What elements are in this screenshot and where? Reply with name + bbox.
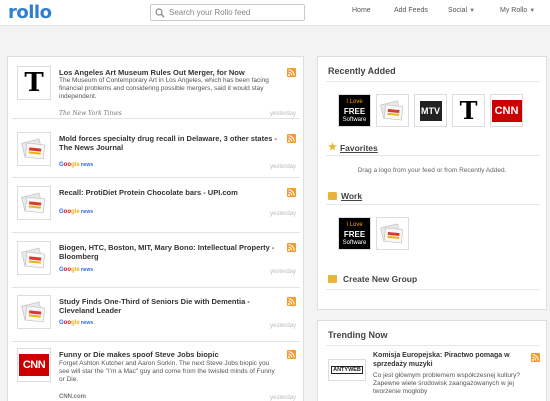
folder-add-icon — [328, 275, 337, 283]
groups-panel: Recently Added I Love FREE Software MTV … — [317, 56, 547, 310]
logo-text: rollo — [8, 2, 52, 23]
star-icon: ★ — [328, 142, 337, 153]
search-box[interactable] — [150, 4, 305, 21]
cnn-logo-icon: CNN — [17, 348, 51, 382]
rss-icon[interactable] — [531, 353, 540, 362]
divider — [326, 204, 540, 205]
trending-title: Trending Now — [328, 330, 388, 340]
work-title[interactable]: Work — [341, 191, 362, 201]
feed-item-source: The New York Times — [59, 110, 122, 117]
feed-item[interactable]: Biogen, HTC, Boston, MIT, Mary Bono: Int… — [12, 236, 300, 288]
nyt-logo-icon: T — [17, 66, 51, 100]
feed-item[interactable]: Mold forces specialty drug recall in Del… — [12, 127, 300, 178]
rss-icon[interactable] — [287, 297, 296, 306]
folder-icon — [328, 192, 337, 200]
google-news-icon — [17, 186, 51, 220]
feed-item-title[interactable]: Los Angeles Art Museum Rules Out Merger,… — [59, 68, 281, 77]
top-bar: rollo Home Add Feeds Social▼ My Rollo▼ — [0, 0, 550, 26]
antyweb-logo: ANTYWEB — [328, 359, 366, 381]
divider — [326, 155, 540, 156]
feed-item-source: CNN.com — [59, 394, 87, 400]
google-news-icon — [17, 241, 51, 275]
favorites-group[interactable]: ★ Favorites — [328, 142, 378, 153]
rss-icon[interactable] — [287, 188, 296, 197]
i-love-free-software-logo[interactable]: I Love FREE Software — [338, 217, 371, 250]
feed-item-description: The Museum of Contemporary Art in Los An… — [59, 77, 269, 100]
favorites-hint: Drag a logo from your feed or from Recen… — [357, 167, 507, 174]
nav-social[interactable]: Social ▼ — [448, 7, 475, 14]
feed-item[interactable]: CNN Funny or Die makes spoof Steve Jobs … — [12, 343, 300, 401]
trending-item-description: Co jest głównym problemem współczesnej k… — [373, 372, 521, 395]
trending-panel: Trending Now ANTYWEB Komisja Europejska:… — [317, 320, 547, 401]
i-love-free-software-logo[interactable]: I Love FREE Software — [338, 94, 371, 127]
divider — [326, 345, 540, 346]
feed-item-time: yesterday — [269, 111, 296, 117]
feed-item-title[interactable]: Study Finds One-Third of Seniors Die wit… — [59, 297, 281, 315]
divider — [326, 81, 540, 82]
work-group[interactable]: Work — [328, 191, 362, 201]
google-news-source: Googlenews — [59, 209, 94, 215]
google-news-logo[interactable] — [376, 217, 409, 250]
nav-social-label: Social — [448, 7, 468, 14]
search-input[interactable] — [169, 8, 299, 17]
rss-icon[interactable] — [287, 68, 296, 77]
feed-item-time: yesterday — [269, 395, 296, 401]
news-feed: T Los Angeles Art Museum Rules Out Merge… — [7, 56, 304, 401]
favorites-title[interactable]: Favorites — [340, 143, 378, 153]
feed-item[interactable]: Study Finds One-Third of Seniors Die wit… — [12, 290, 300, 342]
create-new-group[interactable]: Create New Group — [328, 274, 417, 284]
rss-icon[interactable] — [287, 134, 296, 143]
feed-item-title[interactable]: Funny or Die makes spoof Steve Jobs biop… — [59, 350, 281, 359]
feed-item[interactable]: Recall: ProtiDiet Protein Chocolate bars… — [12, 181, 300, 233]
mtv-logo[interactable]: MTV — [414, 94, 447, 127]
nav-add-feeds[interactable]: Add Feeds — [394, 7, 428, 14]
feed-item-time: yesterday — [269, 323, 296, 329]
cnn-logo[interactable]: CNN — [490, 94, 523, 127]
create-group-label[interactable]: Create New Group — [343, 274, 417, 284]
feed-item-title[interactable]: Recall: ProtiDiet Protein Chocolate bars… — [59, 188, 281, 197]
rss-icon[interactable] — [287, 243, 296, 252]
google-news-source: Googlenews — [59, 162, 94, 168]
trending-item-title[interactable]: Komisja Europejska: Piractwo pomaga w sp… — [373, 351, 523, 369]
chevron-down-icon: ▼ — [469, 8, 476, 14]
rss-icon[interactable] — [287, 350, 296, 359]
google-news-icon — [17, 295, 51, 329]
divider — [326, 289, 540, 290]
google-news-source: Googlenews — [59, 320, 94, 326]
feed-item-title[interactable]: Biogen, HTC, Boston, MIT, Mary Bono: Int… — [59, 243, 281, 261]
nav-my-rollo[interactable]: My Rollo ▼ — [500, 7, 535, 14]
feed-item-time: yesterday — [269, 164, 296, 170]
nav-home[interactable]: Home — [352, 7, 371, 14]
nav-my-rollo-label: My Rollo — [500, 7, 528, 14]
feed-item-time: yesterday — [269, 269, 296, 275]
rollo-logo[interactable]: rollo — [8, 2, 52, 24]
feed-item[interactable]: T Los Angeles Art Museum Rules Out Merge… — [12, 61, 300, 119]
feed-item-title[interactable]: Mold forces specialty drug recall in Del… — [59, 134, 281, 152]
google-news-icon — [17, 132, 51, 166]
feed-item-time: yesterday — [269, 211, 296, 217]
chevron-down-icon: ▼ — [529, 8, 536, 14]
nyt-logo[interactable]: T — [452, 94, 485, 127]
recently-added-title: Recently Added — [328, 66, 396, 76]
google-news-source: Googlenews — [59, 267, 94, 273]
google-news-logo[interactable] — [376, 94, 409, 127]
feed-item-description: Forget Ashton Kutcher and Aaron Sorkin. … — [59, 360, 275, 383]
search-icon — [155, 7, 165, 17]
